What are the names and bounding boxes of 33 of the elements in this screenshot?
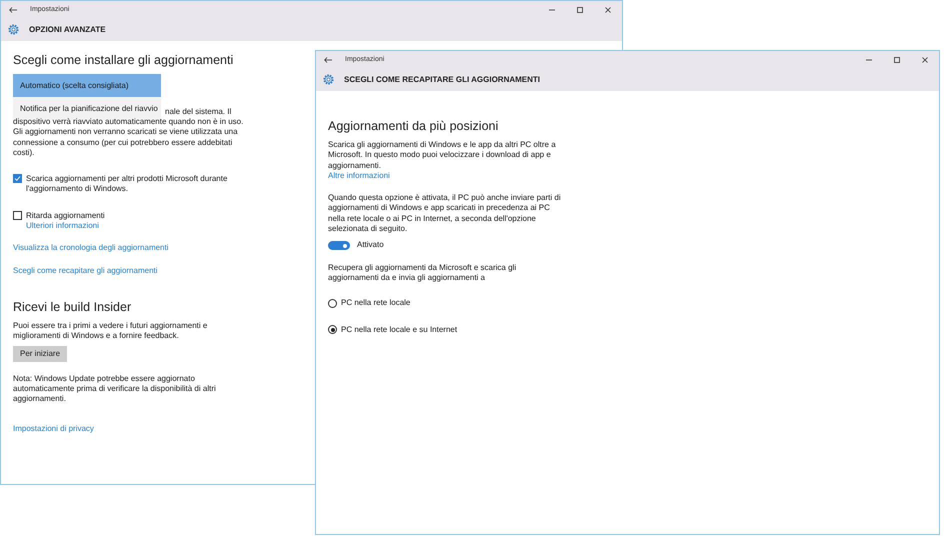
checkbox[interactable]	[13, 210, 22, 220]
description-text: Nota: Windows Update potrebbe essere aggiornato automaticamente prima di verificare la disponibilità di altri aggiornamenti.	[13, 374, 217, 404]
checkbox[interactable]	[13, 174, 22, 184]
link[interactable]: Impostazioni di privacy	[13, 424, 249, 435]
section-heading: Scegli come installare gli aggiornamenti	[13, 53, 234, 68]
description-text: nale del sistema. Il	[165, 106, 232, 117]
radio-label: PC nella rete locale e su Internet	[341, 324, 458, 335]
page-title: SCEGLI COME RECAPITARE GLI AGGIORNAMENTI	[344, 75, 540, 84]
description-text: dispositivo verrà riavviato automaticamente quando non è in uso. Gli aggiornamenti non verranno scaricati se viene utilizzata una connessione a consumo (per cui potrebbero essere addebitati costi).	[13, 117, 244, 158]
checkbox-label: Scarica aggiornamenti per altri prodotti Microsoft durante l'aggiornamento di Windows.	[26, 174, 228, 195]
section-heading: Ricevi le build Insider	[13, 300, 132, 315]
page-title: OPZIONI AVANZATE	[29, 25, 106, 34]
radio-label: PC nella rete locale	[341, 298, 410, 309]
back-icon[interactable]	[324, 56, 332, 62]
dropdown-option[interactable]: Automatico (scelta consigliata)	[13, 74, 161, 97]
link[interactable]: Altre informazioni	[328, 170, 390, 182]
checkbox-label: Ritarda aggiornamenti	[26, 210, 105, 222]
radio-button[interactable]	[328, 325, 337, 334]
back-icon[interactable]	[9, 6, 17, 12]
link[interactable]: Ulteriori informazioni	[26, 221, 99, 232]
get-started-button[interactable]: Per iniziare	[13, 346, 68, 362]
toggle-label: Attivato	[357, 240, 384, 251]
settings-icon	[7, 23, 20, 36]
description-text: Puoi essere tra i primi a vedere i futuri aggiornamenti e miglioramenti di Windows e a fornire feedback.	[13, 320, 208, 342]
toggle-switch[interactable]	[328, 241, 350, 250]
link[interactable]: Scegli come recapitare gli aggiornamenti	[13, 266, 249, 276]
section-heading: Aggiornamenti da più posizioni	[328, 119, 500, 134]
description-text: Recupera gli aggiornamenti da Microsoft e scarica gli aggiornamenti da e invia gli aggiornamenti a	[328, 262, 518, 284]
description-text: Scarica gli aggiornamenti di Windows e le app da altri PC oltre a Microsoft. In questo modo puoi velocizzare i download di app e aggiornamenti.	[328, 140, 557, 171]
radio-button[interactable]	[328, 298, 337, 308]
description-text: Quando questa opzione è attivata, il PC può anche inviare parti di aggiornamenti di Windows e app scaricati in precedenza ai PC nella rete locale o ai PC in Internet, a seconda dell'opzione selezionata di seguito.	[328, 193, 562, 234]
link[interactable]: Visualizza la cronologia degli aggiornamenti	[13, 243, 249, 254]
settings-icon	[322, 73, 335, 86]
